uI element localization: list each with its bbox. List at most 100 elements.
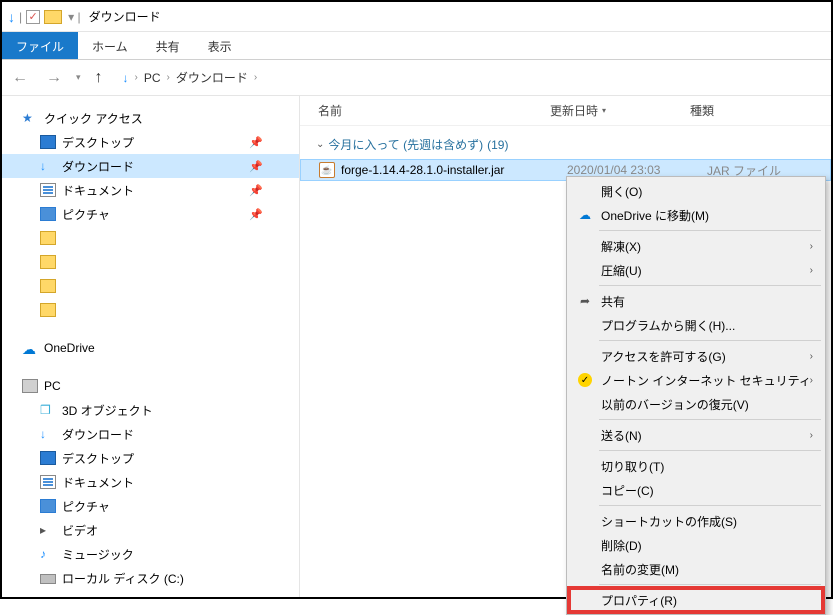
folder-icon	[40, 279, 56, 293]
navigation-bar: ← → ▾ ↑ ↓ › PC › ダウンロード ›	[2, 60, 831, 96]
downloads-icon: ↓	[123, 71, 129, 85]
sidebar-pc-music[interactable]: ミュージック	[2, 542, 299, 566]
qat-dropdown-icon[interactable]: ↓	[8, 9, 15, 25]
separator	[599, 419, 821, 420]
qat-separator: |	[19, 10, 22, 24]
qat-checkbox-icon[interactable]: ✓	[26, 10, 40, 24]
star-icon	[22, 111, 38, 125]
ctx-label: アクセスを許可する(G)	[601, 348, 726, 365]
tab-share[interactable]: 共有	[142, 32, 194, 59]
sidebar-downloads[interactable]: ダウンロード 📌	[2, 154, 299, 178]
sidebar-quick-access[interactable]: クイック アクセス	[2, 106, 299, 130]
ctx-grant-access[interactable]: アクセスを許可する(G)›	[569, 344, 823, 368]
file-date: 2020/01/04 23:03	[567, 163, 707, 177]
column-date[interactable]: 更新日時 ▾	[550, 102, 690, 119]
ctx-label: OneDrive に移動(M)	[601, 207, 709, 224]
separator	[599, 505, 821, 506]
sidebar-folder[interactable]	[2, 250, 299, 274]
forward-button[interactable]: →	[42, 67, 66, 89]
ctx-copy[interactable]: コピー(C)	[569, 478, 823, 502]
sidebar-label: ピクチャ	[62, 498, 110, 515]
ctx-onedrive-move[interactable]: ☁ OneDrive に移動(M)	[569, 203, 823, 227]
sidebar-label: クイック アクセス	[44, 110, 143, 127]
ctx-label: 切り取り(T)	[601, 458, 664, 475]
ctx-open-with[interactable]: プログラムから開く(H)...	[569, 313, 823, 337]
sidebar-folder[interactable]	[2, 274, 299, 298]
chevron-right-icon: ›	[810, 375, 813, 386]
ctx-previous-versions[interactable]: 以前のバージョンの復元(V)	[569, 392, 823, 416]
sidebar-label: デスクトップ	[62, 450, 134, 467]
chevron-right-icon: ›	[254, 72, 257, 83]
column-type[interactable]: 種類	[690, 102, 831, 119]
pin-icon: 📌	[249, 160, 263, 173]
sidebar-pc-pictures[interactable]: ピクチャ	[2, 494, 299, 518]
group-count: (19)	[487, 138, 508, 152]
ctx-create-shortcut[interactable]: ショートカットの作成(S)	[569, 509, 823, 533]
separator	[599, 340, 821, 341]
navigation-pane: クイック アクセス デスクトップ📌 ダウンロード📌 ドキュメント📌 ピクチャ📌 …	[2, 96, 300, 597]
breadcrumb-folder[interactable]: ダウンロード	[176, 69, 248, 86]
ctx-norton[interactable]: ✓ノートン インターネット セキュリティ›	[569, 368, 823, 392]
sidebar-folder[interactable]	[2, 298, 299, 322]
ctx-label: 削除(D)	[601, 537, 642, 554]
cube-icon	[40, 403, 56, 417]
onedrive-icon	[22, 341, 38, 355]
sidebar-onedrive[interactable]: OneDrive	[2, 336, 299, 360]
ctx-delete[interactable]: 削除(D)	[569, 533, 823, 557]
ctx-open[interactable]: 開く(O)	[569, 179, 823, 203]
back-button[interactable]: ←	[8, 67, 32, 89]
sidebar-label: 3D オブジェクト	[62, 402, 153, 419]
music-icon	[40, 547, 56, 561]
ctx-share[interactable]: ➦共有	[569, 289, 823, 313]
ctx-compress[interactable]: 圧縮(U)›	[569, 258, 823, 282]
window-title: ダウンロード	[89, 8, 161, 25]
sidebar-label: ダウンロード	[62, 158, 134, 175]
document-icon	[40, 183, 56, 197]
history-dropdown-icon[interactable]: ▾	[76, 72, 81, 83]
onedrive-icon: ☁	[577, 208, 593, 222]
sidebar-desktop[interactable]: デスクトップ📌	[2, 130, 299, 154]
tab-file[interactable]: ファイル	[2, 32, 78, 59]
jar-file-icon: ☕	[319, 162, 335, 178]
ribbon-toggle[interactable]: ▾ |	[68, 10, 80, 24]
title-bar: ↓ | ✓ ▾ | ダウンロード	[2, 2, 831, 32]
sidebar-label: ドキュメント	[62, 474, 134, 491]
tab-home[interactable]: ホーム	[78, 32, 142, 59]
sidebar-pc-documents[interactable]: ドキュメント	[2, 470, 299, 494]
disk-icon	[40, 574, 56, 584]
sort-indicator-icon: ▾	[602, 106, 606, 115]
breadcrumb-pc[interactable]: PC	[144, 71, 161, 85]
sidebar-folder[interactable]	[2, 226, 299, 250]
ctx-label: ノートン インターネット セキュリティ	[601, 372, 811, 389]
ctx-send-to[interactable]: 送る(N)›	[569, 423, 823, 447]
sidebar-pictures[interactable]: ピクチャ📌	[2, 202, 299, 226]
caret-down-icon: ⌄	[316, 139, 324, 150]
chevron-right-icon: ›	[167, 72, 170, 83]
column-name[interactable]: 名前	[300, 102, 550, 119]
up-button[interactable]: ↑	[91, 67, 107, 89]
chevron-right-icon: ›	[810, 430, 813, 441]
pin-icon: 📌	[249, 208, 263, 221]
ctx-extract[interactable]: 解凍(X)›	[569, 234, 823, 258]
chevron-right-icon: ›	[135, 72, 138, 83]
tab-view[interactable]: 表示	[194, 32, 246, 59]
sidebar-pc[interactable]: PC	[2, 374, 299, 398]
ctx-properties[interactable]: プロパティ(R)	[569, 588, 823, 612]
group-header[interactable]: ⌄ 今月に入って (先週は含めず) (19)	[300, 126, 831, 159]
sidebar-pc-desktop[interactable]: デスクトップ	[2, 446, 299, 470]
ctx-rename[interactable]: 名前の変更(M)	[569, 557, 823, 581]
sidebar-label: ビデオ	[62, 522, 98, 539]
share-icon: ➦	[577, 294, 593, 308]
sidebar-3d-objects[interactable]: 3D オブジェクト	[2, 398, 299, 422]
ctx-label: プログラムから開く(H)...	[601, 317, 735, 334]
ctx-label: コピー(C)	[601, 482, 654, 499]
sidebar-pc-videos[interactable]: ビデオ	[2, 518, 299, 542]
address-bar[interactable]: ↓ › PC › ダウンロード ›	[123, 69, 258, 86]
sidebar-documents[interactable]: ドキュメント📌	[2, 178, 299, 202]
sidebar-pc-downloads[interactable]: ダウンロード	[2, 422, 299, 446]
pictures-icon	[40, 207, 56, 221]
pc-icon	[22, 379, 38, 393]
column-date-label: 更新日時	[550, 102, 598, 119]
sidebar-local-disk[interactable]: ローカル ディスク (C:)	[2, 566, 299, 590]
ctx-cut[interactable]: 切り取り(T)	[569, 454, 823, 478]
